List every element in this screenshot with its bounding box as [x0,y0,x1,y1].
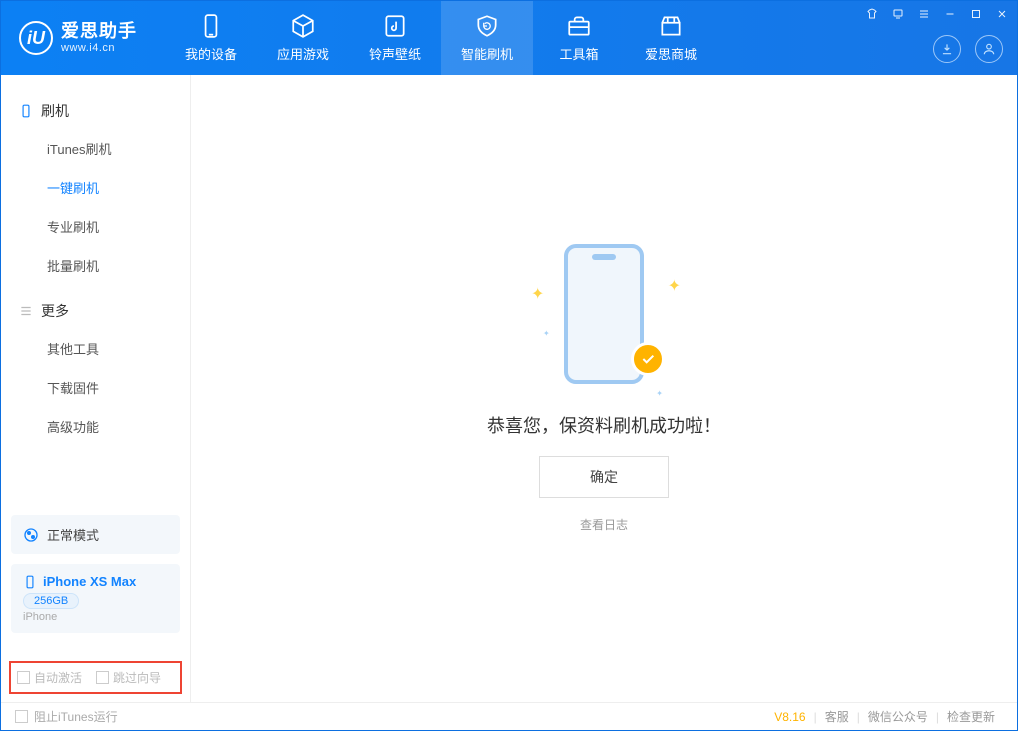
support-link[interactable]: 客服 [817,708,857,725]
minimize-icon[interactable] [943,7,957,21]
download-button[interactable] [933,35,961,63]
tab-label: 铃声壁纸 [369,44,421,63]
tab-label: 智能刷机 [461,44,513,63]
tab-apps[interactable]: 应用游戏 [257,1,349,75]
success-check-icon [631,342,665,376]
mode-label: 正常模式 [47,525,99,544]
mode-icon [23,527,39,543]
sidebar-item-onekey-flash[interactable]: 一键刷机 [1,168,190,207]
account-button[interactable] [975,35,1003,63]
refresh-shield-icon [474,13,500,39]
confirm-button[interactable]: 确定 [539,456,669,498]
tab-label: 我的设备 [185,44,237,63]
wechat-link[interactable]: 微信公众号 [860,708,936,725]
main-content: ✦ ✦ ✦ ✦ 恭喜您，保资料刷机成功啦！ 确定 查看日志 [191,75,1017,702]
menu-icon[interactable] [917,7,931,21]
tab-label: 爱思商城 [645,44,697,63]
sidebar-item-advanced[interactable]: 高级功能 [1,407,190,446]
close-icon[interactable] [995,7,1009,21]
header-right [933,35,1003,63]
sidebar-item-other-tools[interactable]: 其他工具 [1,329,190,368]
list-icon [19,304,33,318]
checkbox-auto-activate[interactable]: 自动激活 [17,669,82,686]
sidebar-item-pro-flash[interactable]: 专业刷机 [1,207,190,246]
header-tabs: 我的设备 应用游戏 铃声壁纸 智能刷机 工具箱 爱思商城 [165,1,717,75]
store-icon [658,13,684,39]
sidebar: 刷机 iTunes刷机 一键刷机 专业刷机 批量刷机 更多 其他工具 下载固件 … [1,75,191,702]
device-icon [23,575,37,589]
skin-icon[interactable] [865,7,879,21]
phone-icon [19,104,33,118]
device-name: iPhone XS Max [43,574,136,589]
app-subtitle: www.i4.cn [61,42,137,54]
sidebar-group-label: 刷机 [41,101,69,121]
window-controls [865,7,1009,21]
device-card[interactable]: iPhone XS Max 256GB iPhone [11,564,180,633]
app-title: 爱思助手 [61,22,137,42]
sparkle-icon: ✦ [668,276,681,296]
device-icon [198,13,224,39]
sidebar-group-more: 更多 [1,293,190,329]
body: 刷机 iTunes刷机 一键刷机 专业刷机 批量刷机 更多 其他工具 下载固件 … [1,75,1017,702]
cube-icon [290,13,316,39]
feedback-icon[interactable] [891,7,905,21]
check-update-link[interactable]: 检查更新 [939,708,1003,725]
tab-toolbox[interactable]: 工具箱 [533,1,625,75]
download-icon [940,42,954,56]
view-log-link[interactable]: 查看日志 [580,516,628,533]
sidebar-bottom: 正常模式 iPhone XS Max 256GB iPhone [1,505,190,653]
checkbox-icon [96,671,109,684]
header: iU 爱思助手 www.i4.cn 我的设备 应用游戏 铃声壁纸 智能刷机 [1,1,1017,75]
checkbox-label: 自动激活 [34,669,82,686]
tab-ringtones[interactable]: 铃声壁纸 [349,1,441,75]
sparkle-icon: ✦ [656,389,663,398]
logo: iU 爱思助手 www.i4.cn [1,21,155,55]
sparkle-icon: ✦ [543,329,550,338]
options-row: 自动激活 跳过向导 [9,661,182,694]
toolbox-icon [566,13,592,39]
tab-my-device[interactable]: 我的设备 [165,1,257,75]
tab-flash[interactable]: 智能刷机 [441,1,533,75]
device-type: iPhone [23,611,168,623]
sidebar-group-flash: 刷机 [1,93,190,129]
tab-store[interactable]: 爱思商城 [625,1,717,75]
device-capacity: 256GB [23,593,79,609]
tab-label: 应用游戏 [277,44,329,63]
maximize-icon[interactable] [969,7,983,21]
user-icon [982,42,996,56]
checkbox-skip-guide[interactable]: 跳过向导 [96,669,161,686]
checkbox-label: 阻止iTunes运行 [34,708,118,725]
checkbox-icon [17,671,30,684]
sidebar-item-batch-flash[interactable]: 批量刷机 [1,246,190,285]
success-illustration: ✦ ✦ ✦ ✦ [549,244,659,394]
music-icon [382,13,408,39]
footer: 阻止iTunes运行 V8.16 | 客服 | 微信公众号 | 检查更新 [1,702,1017,730]
success-message: 恭喜您，保资料刷机成功啦！ [487,412,721,438]
logo-mark-icon: iU [19,21,53,55]
app-window: iU 爱思助手 www.i4.cn 我的设备 应用游戏 铃声壁纸 智能刷机 [0,0,1018,731]
sidebar-group-label: 更多 [41,301,69,321]
version-label: V8.16 [766,710,813,724]
sparkle-icon: ✦ [531,284,544,304]
tab-label: 工具箱 [559,44,598,63]
sidebar-item-itunes-flash[interactable]: iTunes刷机 [1,129,190,168]
checkbox-block-itunes[interactable]: 阻止iTunes运行 [15,708,118,725]
checkbox-icon [15,710,28,723]
mode-card[interactable]: 正常模式 [11,515,180,554]
sidebar-item-firmware[interactable]: 下载固件 [1,368,190,407]
checkbox-label: 跳过向导 [113,669,161,686]
